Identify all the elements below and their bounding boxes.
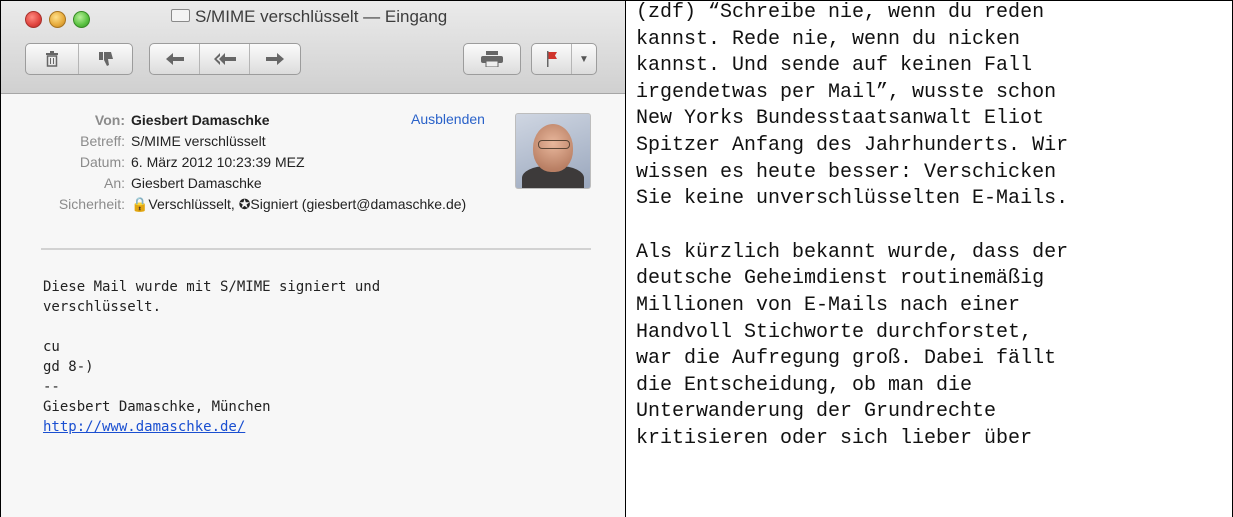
body-line: gd 8-) (43, 359, 94, 375)
security-value: 🔒Verschlüsselt, ✪Signiert (giesbert@dama… (131, 196, 467, 212)
zoom-window-button[interactable] (73, 11, 90, 28)
printer-icon (481, 51, 503, 67)
to-label: An: (103, 175, 125, 191)
subject-label: Betreff: (80, 133, 125, 149)
window-titlebar: S/MIME verschlüsselt — Eingang ▼ (1, 1, 625, 94)
subject-value: S/MIME verschlüsselt (131, 133, 266, 149)
flag-button[interactable] (532, 44, 572, 74)
body-line: cu (43, 339, 60, 355)
header-divider (41, 248, 591, 250)
delete-junk-group (25, 43, 133, 75)
security-label: Sicherheit: (58, 196, 125, 212)
article-line: Als kürzlich bekannt wurde, dass der (636, 240, 1069, 264)
trash-icon (46, 51, 58, 67)
print-group (463, 43, 521, 75)
article-line: Handvoll Stichworte durchforstet, (636, 320, 1033, 344)
close-window-button[interactable] (25, 11, 42, 28)
reply-arrow-icon (165, 53, 184, 65)
body-line: Diese Mail wurde mit S/MIME signiert und (43, 279, 381, 295)
article-line: (zdf) “Schreibe nie, wenn du reden (636, 1, 1045, 24)
hide-details-link[interactable]: Ausblenden (411, 111, 485, 127)
sender-avatar (515, 113, 591, 189)
chevron-down-icon: ▼ (579, 53, 589, 65)
junk-button[interactable] (79, 44, 132, 74)
message-body: Diese Mail wurde mit S/MIME signiert und… (43, 277, 380, 437)
forward-arrow-icon (266, 53, 284, 65)
thumbs-down-icon (98, 52, 113, 66)
website-link[interactable]: http://www.damaschke.de/ (43, 419, 245, 435)
date-value: 6. März 2012 10:23:39 MEZ (131, 154, 305, 170)
mail-window-screenshot: S/MIME verschlüsselt — Eingang ▼ Von: Gi… (1, 1, 625, 517)
article-line: wissen es heute besser: Verschicken (636, 160, 1057, 184)
article-line: kannst. Und sende auf keinen Fall (636, 54, 1033, 78)
reply-all-button[interactable] (200, 44, 250, 74)
from-value[interactable]: Giesbert Damaschke (131, 112, 270, 128)
delete-button[interactable] (26, 44, 79, 74)
to-value[interactable]: Giesbert Damaschke (131, 175, 262, 191)
flag-group: ▼ (531, 43, 597, 75)
article-line: New Yorks Bundesstaatsanwalt Eliot (636, 107, 1045, 131)
article-line: Millionen von E-Mails nach einer (636, 293, 1021, 317)
flag-menu-button[interactable]: ▼ (572, 44, 596, 74)
reply-group (149, 43, 301, 75)
body-line: verschlüsselt. (43, 299, 162, 315)
article-paragraph-2: Als kürzlich bekannt wurde, dass der deu… (636, 240, 1228, 453)
article-line: kannst. Rede nie, wenn du nicken (636, 27, 1021, 51)
window-title: S/MIME verschlüsselt — Eingang (171, 7, 447, 27)
envelope-icon (171, 9, 190, 23)
flag-icon (546, 51, 557, 67)
print-button[interactable] (464, 44, 520, 74)
minimize-window-button[interactable] (49, 11, 66, 28)
article-paragraph-1: (zdf) “Schreibe nie, wenn du reden kanns… (636, 0, 1228, 213)
article-line: irgendetwas per Mail”, wusste schon (636, 80, 1057, 104)
from-label: Von: (94, 112, 125, 128)
article-line: die Entscheidung, ob man die (636, 373, 973, 397)
article-line: war die Aufregung groß. Dabei fällt (636, 347, 1057, 371)
article-line: Sie keine unverschlüsselten E-Mails. (636, 187, 1069, 211)
security-row: Sicherheit: 🔒Verschlüsselt, ✪Signiert (g… (1, 196, 625, 216)
forward-button[interactable] (250, 44, 300, 74)
article-text: (zdf) “Schreibe nie, wenn du reden kanns… (636, 0, 1228, 453)
article-line: kritisieren oder sich lieber über (636, 426, 1033, 450)
article-line: deutsche Geheimdienst routinemäßig (636, 267, 1045, 291)
signature-name: Giesbert Damaschke, München (43, 399, 271, 415)
reply-button[interactable] (150, 44, 200, 74)
article-line: Spitzer Anfang des Jahrhunderts. Wir (636, 133, 1069, 157)
body-line: -- (43, 379, 60, 395)
article-line: Unterwanderung der Grundrechte (636, 400, 997, 424)
frame-column-divider (625, 0, 626, 517)
reply-all-icon (213, 53, 236, 65)
date-label: Datum: (79, 154, 125, 170)
window-title-text: S/MIME verschlüsselt — Eingang (195, 7, 448, 26)
